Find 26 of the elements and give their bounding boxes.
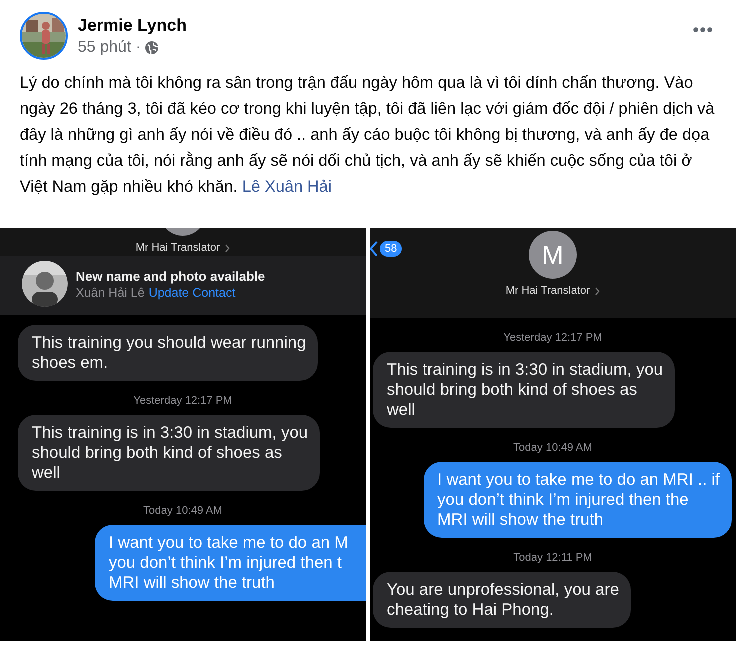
received-message: This training is in 3:30 in stadium, you should bring both kind of shoes as well xyxy=(18,415,320,491)
more-icon xyxy=(693,27,713,33)
profile-link[interactable]: Lê Xuân Hải xyxy=(242,178,332,196)
globe-icon xyxy=(145,40,160,54)
contact-name[interactable]: Mr Hai Translator xyxy=(136,242,220,254)
received-message: This training is in 3:30 in stadium, you should bring both kind of shoes as well xyxy=(373,352,676,428)
post-text: Lý do chính mà tôi không ra sân trong trận đấu ngày hôm qua là vì tôi dính chấn thương. Vào ngày 26 tháng 3, tôi đã kéo cơ trong khi luyện tập, tôi đã liên lạc với giám đốc đội / phiên dịch và đây là những gì anh ấy nói về điều đó .. anh ấy cáo buộc tôi không bị thương, và anh ấy đe dọa tính mạng của tôi, nói rằng anh ấy sẽ nói dối chủ tịch, và anh ấy sẽ khiến cuộc sống của tôi ở Việt Nam gặp nhiều khó khăn. Lê Xuân Hải xyxy=(20,73,716,198)
chevron-icon xyxy=(225,244,230,252)
author-name[interactable]: Jermie Lynch xyxy=(78,16,685,36)
contact-name[interactable]: Mr Hai Translator xyxy=(506,285,590,297)
post-time[interactable]: 55 phút · xyxy=(78,38,142,56)
chevron-icon xyxy=(595,286,600,296)
unread-count: 58 xyxy=(380,241,402,257)
message-timestamp: Today 12:11 PM xyxy=(514,552,592,564)
update-contact-link[interactable]: Update Contact xyxy=(148,286,236,300)
sent-message: I want you to take me to do an M you don’t think I’m injured then t MRI will show the truth xyxy=(95,525,366,601)
banner-title: New name and photo available xyxy=(76,268,266,284)
message-timestamp: Yesterday 12:17 PM xyxy=(134,395,232,407)
contact-new-name: Xuân Hải Lê xyxy=(76,286,145,300)
sent-message: I want you to take me to do an MRI .. if you don’t think I’m injured then the MRI will show the truth xyxy=(424,462,732,538)
received-message: This training you should wear running shoes em. xyxy=(18,325,318,381)
message-timestamp: Today 10:49 AM xyxy=(514,442,592,454)
received-message: You are unprofessional, you are cheating to Hai Phong. xyxy=(373,572,632,628)
back-chevron-icon[interactable] xyxy=(370,241,378,257)
message-timestamp: Yesterday 12:17 PM xyxy=(504,332,602,344)
message-timestamp: Today 10:49 AM xyxy=(144,505,222,517)
